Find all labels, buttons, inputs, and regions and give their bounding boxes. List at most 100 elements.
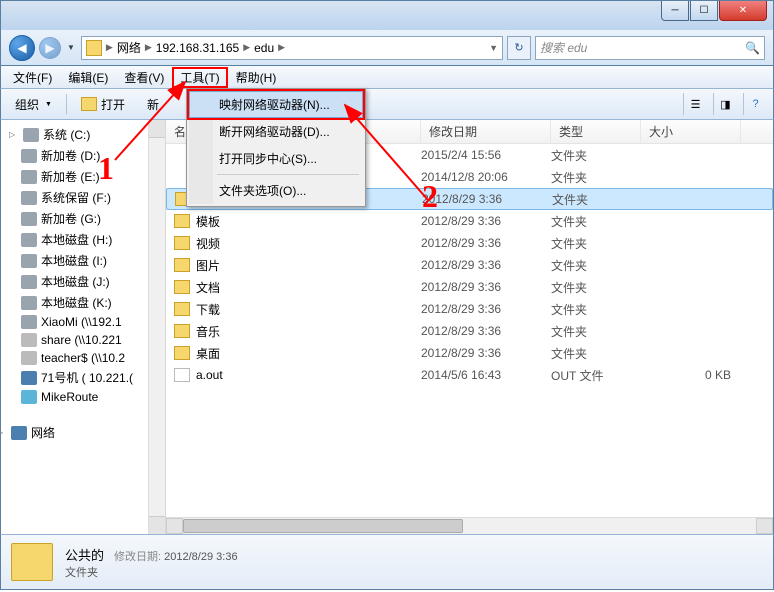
navigation-tree[interactable]: 系统 (C:) 新加卷 (D:) 新加卷 (E:) 系统保留 (F:)新加卷 (G:)… [1,120,166,534]
tree-item[interactable]: 新加卷 (E:) [1,166,165,187]
menu-open-sync-center[interactable]: 打开同步中心(S)... [189,145,363,172]
folder-icon [174,258,190,272]
network-icon [11,426,27,440]
nav-back-button[interactable]: ◀ [9,35,35,61]
address-dropdown-icon[interactable]: ▼ [489,43,498,53]
file-name: 音乐 [196,323,421,340]
file-row[interactable]: 文档2012/8/29 3:36文件夹 [166,276,773,298]
search-placeholder: 搜索 edu [540,39,587,56]
tree-label: 新加卷 (D:) [41,147,100,164]
tree-item[interactable]: 系统 (C:) [1,124,165,145]
folder-icon [174,214,190,228]
close-button[interactable]: ✕ [719,1,767,21]
menu-map-network-drive[interactable]: 映射网络驱动器(N)... [189,91,363,118]
tree-label: XiaoMi (\\192.1 [41,315,122,329]
menu-separator [217,174,359,175]
details-date-label: 修改日期: [114,551,161,563]
scroll-thumb[interactable] [183,519,463,533]
tree-label: 71号机 ( 10.221.( [41,369,133,386]
network-icon [86,40,102,56]
file-row[interactable]: 图片2012/8/29 3:36文件夹 [166,254,773,276]
file-type: 文件夹 [551,235,641,252]
tree-item[interactable]: 本地磁盘 (J:) [1,271,165,292]
tree-item[interactable]: 新加卷 (D:) [1,145,165,166]
view-mode-button[interactable]: ☰ [683,93,707,115]
file-row[interactable]: 桌面2012/8/29 3:36文件夹 [166,342,773,364]
horizontal-scrollbar[interactable] [166,517,773,534]
breadcrumb-sep: ▶ [106,42,113,53]
menu-view[interactable]: 查看(V) [116,67,172,88]
details-text: 公共的 修改日期: 2012/8/29 3:36 文件夹 [65,545,238,580]
drive-icon [21,275,37,289]
file-type: 文件夹 [551,169,641,186]
tools-dropdown: 映射网络驱动器(N)... 断开网络驱动器(D)... 打开同步中心(S)...… [186,88,366,207]
file-row[interactable]: 音乐2012/8/29 3:36文件夹 [166,320,773,342]
file-date: 2014/12/8 20:06 [421,170,551,184]
tree-item[interactable]: 系统保留 (F:) [1,187,165,208]
breadcrumb-seg[interactable]: edu [254,41,274,55]
breadcrumb-seg[interactable]: 192.168.31.165 [156,41,239,55]
scroll-left-button[interactable] [166,518,183,534]
column-size[interactable]: 大小 [641,120,741,143]
tree-item[interactable]: 新加卷 (G:) [1,208,165,229]
tree-item[interactable]: 本地磁盘 (I:) [1,250,165,271]
tree-item[interactable]: 71号机 ( 10.221.( [1,367,165,388]
drive-icon [21,149,37,163]
help-button[interactable]: ? [743,93,767,115]
details-date: 2012/8/29 3:36 [164,551,237,563]
file-name: 视频 [196,235,421,252]
tree-item[interactable]: 本地磁盘 (H:) [1,229,165,250]
file-type: 文件夹 [551,345,641,362]
tree-scrollbar[interactable] [148,120,165,534]
menu-help[interactable]: 帮助(H) [228,67,285,88]
organize-button[interactable]: 组织▼ [7,93,60,116]
file-row[interactable]: 视频2012/8/29 3:36文件夹 [166,232,773,254]
file-size: 0 KB [641,368,731,382]
search-input[interactable]: 搜索 edu 🔍 [535,36,765,60]
tree-item[interactable]: teacher$ (\\10.2 [1,349,165,367]
minimize-button[interactable]: ─ [661,1,689,21]
folder-icon [174,280,190,294]
menu-disconnect-network-drive[interactable]: 断开网络驱动器(D)... [189,118,363,145]
drive-icon [21,254,37,268]
tree-item[interactable]: XiaoMi (\\192.1 [1,313,165,331]
tree-item[interactable]: 本地磁盘 (K:) [1,292,165,313]
maximize-button[interactable]: ☐ [690,1,718,21]
tree-root-network[interactable]: 网络 [1,422,165,443]
file-row[interactable]: 模板2012/8/29 3:36文件夹 [166,210,773,232]
tree-item[interactable]: share (\\10.221 [1,331,165,349]
tree-item[interactable]: MikeRoute [1,388,165,406]
menu-folder-options[interactable]: 文件夹选项(O)... [189,177,363,204]
file-name: a.out [196,368,421,382]
address-bar[interactable]: ▶ 网络 ▶ 192.168.31.165 ▶ edu ▶ ▼ [81,36,503,60]
drive-icon [21,296,37,310]
column-date[interactable]: 修改日期 [421,120,551,143]
scroll-track[interactable] [183,518,756,534]
nav-history-dropdown[interactable]: ▼ [65,43,77,52]
file-row[interactable]: 下载2012/8/29 3:36文件夹 [166,298,773,320]
tree-label: 新加卷 (E:) [41,168,100,185]
menu-edit[interactable]: 编辑(E) [60,67,116,88]
drive-icon [21,351,37,365]
menu-tools[interactable]: 工具(T) [172,67,227,88]
preview-pane-button[interactable]: ◨ [713,93,737,115]
file-type: 文件夹 [551,301,641,318]
nav-forward-button[interactable]: ▶ [39,37,61,59]
file-type: 文件夹 [551,323,641,340]
scroll-right-button[interactable] [756,518,773,534]
refresh-button[interactable]: ↻ [507,36,531,60]
tree-label: 系统 (C:) [43,126,90,143]
column-type[interactable]: 类型 [551,120,641,143]
open-button[interactable]: 打开 [73,93,133,116]
tree-label: 本地磁盘 (K:) [41,294,112,311]
file-type: 文件夹 [551,213,641,230]
new-button[interactable]: 新 [139,93,167,116]
details-pane: 公共的 修改日期: 2012/8/29 3:36 文件夹 [0,534,774,590]
search-icon: 🔍 [745,41,760,55]
menu-file[interactable]: 文件(F) [5,67,60,88]
drive-icon [21,315,37,329]
file-row[interactable]: a.out2014/5/6 16:43OUT 文件0 KB [166,364,773,386]
route-icon [21,390,37,404]
breadcrumb-seg[interactable]: 网络 [117,39,141,56]
details-type: 文件夹 [65,564,238,580]
